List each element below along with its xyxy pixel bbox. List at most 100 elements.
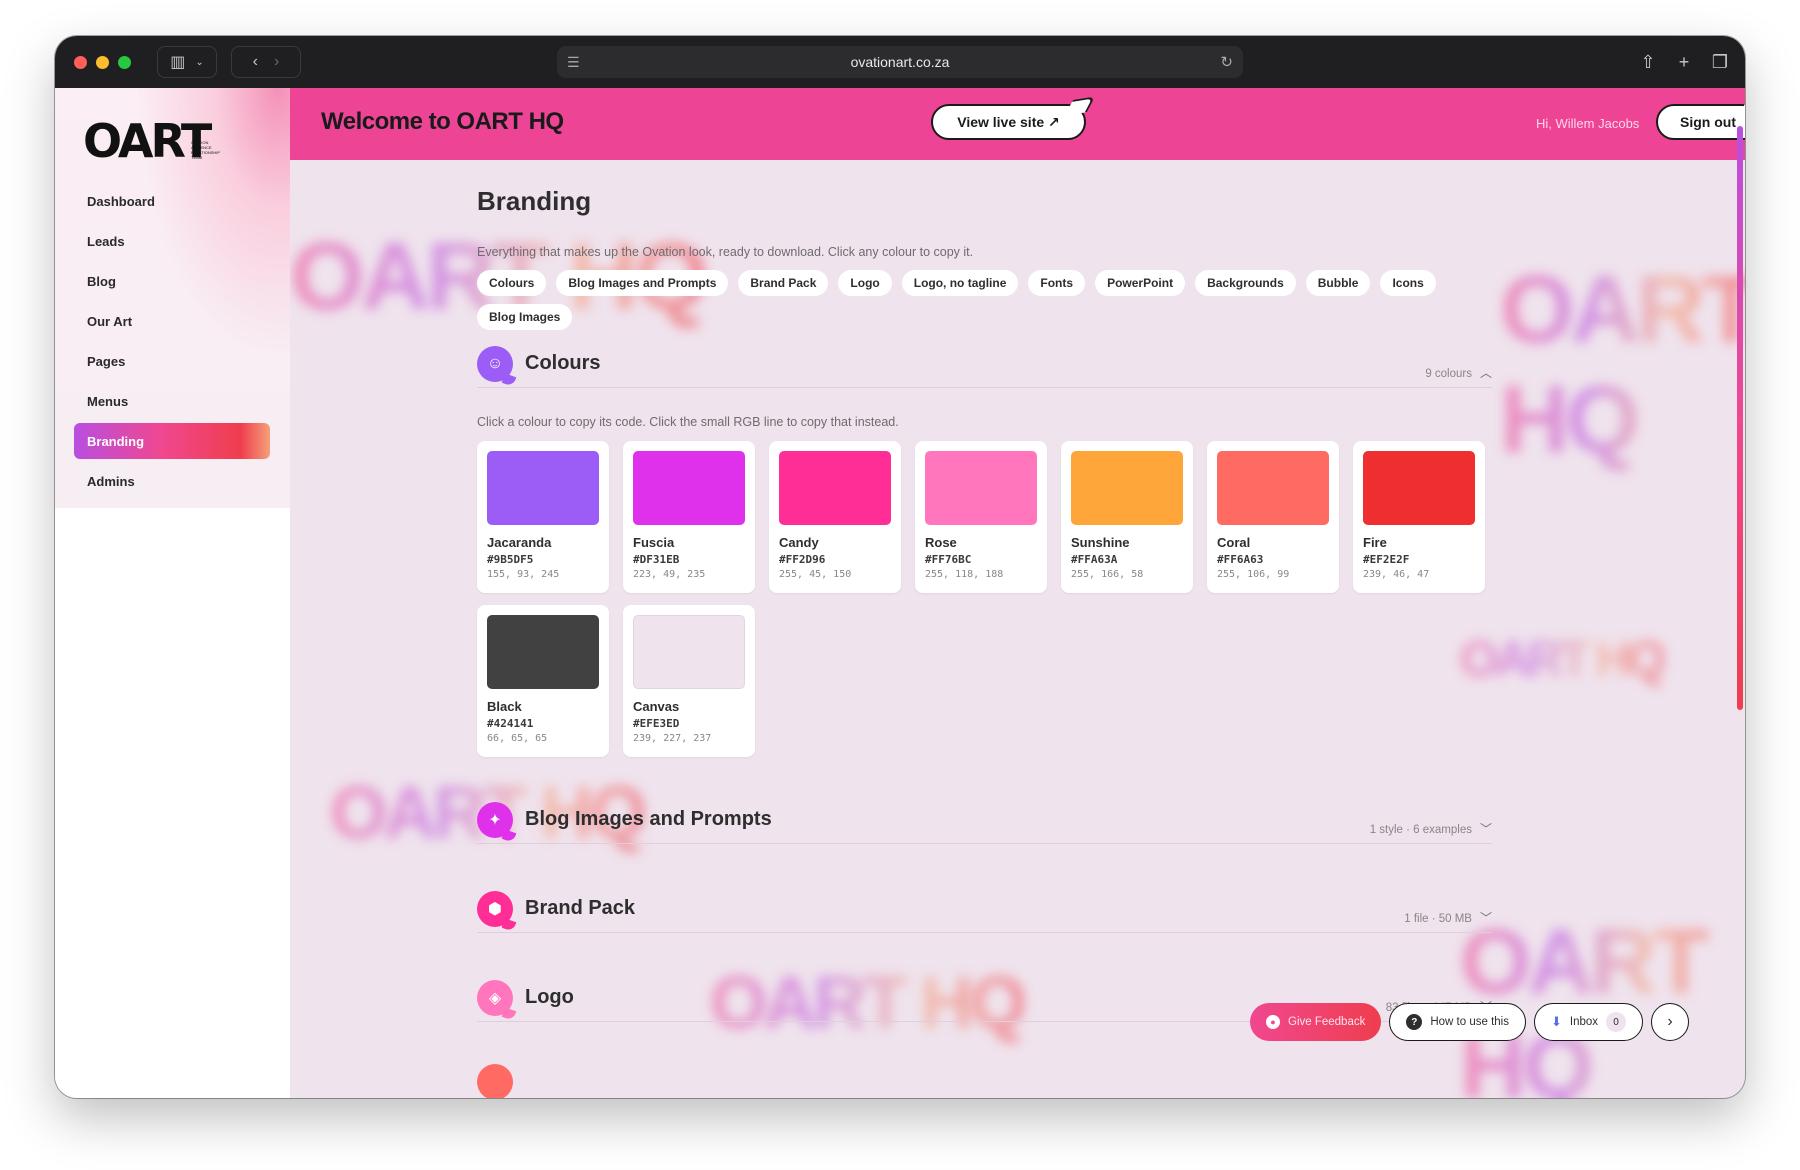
page-menu-icon[interactable]: ☰ xyxy=(567,54,580,71)
browser-window: ▥ ⌄ ‹ › ☰ ovationart.co.za ↻ ⇧ + ❐ OART … xyxy=(55,36,1745,1098)
swatch-hex[interactable]: #EFE3ED xyxy=(633,717,745,730)
chip-blog-images-prompts[interactable]: Blog Images and Prompts xyxy=(556,270,729,296)
chevron-down-icon[interactable]: ﹀ xyxy=(1480,822,1492,836)
swatch-color[interactable] xyxy=(1071,451,1183,525)
sidebar-item-our-art[interactable]: Our Art xyxy=(74,303,270,339)
main-content: OART HQ OART HQ OART HQ OART HQ OART HQ … xyxy=(290,160,1745,1098)
zoom-window-button[interactable] xyxy=(118,55,131,69)
how-to-use-button[interactable]: ? How to use this xyxy=(1389,1003,1526,1041)
swatch-candy[interactable]: Candy #FF2D96 255, 45, 150 xyxy=(769,441,901,593)
swatch-color[interactable] xyxy=(487,615,599,689)
swatch-rgb[interactable]: 66, 65, 65 xyxy=(487,733,599,744)
swatch-name: Candy xyxy=(779,535,819,550)
swatch-color[interactable] xyxy=(1217,451,1329,525)
swatch-rgb[interactable]: 239, 227, 237 xyxy=(633,733,745,744)
sidebar-icon: ▥ xyxy=(170,54,186,71)
question-icon: ? xyxy=(1406,1014,1423,1030)
swatch-rgb[interactable]: 255, 106, 99 xyxy=(1217,569,1329,580)
colours-section-header[interactable]: ☺ Colours 9 colours ︿ xyxy=(477,338,1492,388)
swatch-color[interactable] xyxy=(633,615,745,689)
sidebar-item-pages[interactable]: Pages xyxy=(74,343,270,379)
swatch-color[interactable] xyxy=(633,451,745,525)
expand-bar-button[interactable]: › xyxy=(1651,1003,1690,1041)
swatch-color[interactable] xyxy=(1363,451,1475,525)
chip-bubble[interactable]: Bubble xyxy=(1305,270,1371,296)
swatch-hex[interactable]: #9B5DF5 xyxy=(487,553,599,566)
swatch-rgb[interactable]: 255, 45, 150 xyxy=(779,569,891,580)
swatch-black[interactable]: Black #424141 66, 65, 65 xyxy=(477,605,609,757)
inbox-label: Inbox xyxy=(1569,1016,1599,1028)
swatch-rgb[interactable]: 223, 49, 235 xyxy=(633,569,745,580)
sidebar-item-dashboard[interactable]: Dashboard xyxy=(74,183,270,219)
brand-pack-section-header[interactable]: ⬢ Brand Pack 1 file · 50 MB ﹀ xyxy=(477,883,1492,933)
swatch-fuscia[interactable]: Fuscia #DF31EB 223, 49, 235 xyxy=(623,441,755,593)
swatch-hex[interactable]: #FFA63A xyxy=(1071,553,1183,566)
page-scrollbar[interactable] xyxy=(1737,126,1743,710)
swatch-hex[interactable]: #FF2D96 xyxy=(779,553,891,566)
swatch-canvas[interactable]: Canvas #EFE3ED 239, 227, 237 xyxy=(623,605,755,757)
chip-colours[interactable]: Colours xyxy=(477,270,547,296)
chip-logo[interactable]: Logo xyxy=(838,270,892,296)
swatch-rgb[interactable]: 239, 46, 47 xyxy=(1363,569,1475,580)
chevron-right-icon: › xyxy=(1667,1013,1673,1030)
swatch-fire[interactable]: Fire #EF2E2F 239, 46, 47 xyxy=(1353,441,1485,593)
share-icon[interactable]: ⇧ xyxy=(1637,46,1659,78)
address-bar[interactable]: ☰ ovationart.co.za ↻ xyxy=(557,46,1243,78)
new-tab-icon[interactable]: + xyxy=(1673,46,1695,78)
chevron-down-icon[interactable]: ﹀ xyxy=(1480,911,1492,925)
sidebar-toggle-button[interactable]: ▥ ⌄ xyxy=(157,46,217,78)
sidebar-item-blog[interactable]: Blog xyxy=(74,263,270,299)
chip-powerpoint[interactable]: PowerPoint xyxy=(1095,270,1186,296)
swatch-rgb[interactable]: 255, 166, 58 xyxy=(1071,569,1183,580)
chevron-up-icon[interactable]: ︿ xyxy=(1480,366,1492,380)
section-title: Logo xyxy=(525,986,574,1008)
chip-backgrounds[interactable]: Backgrounds xyxy=(1195,270,1296,296)
sidebar-item-menus[interactable]: Menus xyxy=(74,383,270,419)
chip-icons[interactable]: Icons xyxy=(1380,270,1436,296)
chip-blog-images[interactable]: Blog Images xyxy=(477,304,573,330)
page-title: Branding xyxy=(477,186,592,216)
logo-tagline: OVATION AUDIENCE RELATIONSHIP TEAM xyxy=(191,140,220,160)
swatch-jacaranda[interactable]: Jacaranda #9B5DF5 155, 93, 245 xyxy=(477,441,609,593)
swatch-sunshine[interactable]: Sunshine #FFA63A 255, 166, 58 xyxy=(1061,441,1193,593)
swatch-hex[interactable]: #DF31EB xyxy=(633,553,745,566)
sidebar-item-leads[interactable]: Leads xyxy=(74,223,270,259)
chip-fonts[interactable]: Fonts xyxy=(1028,270,1086,296)
swatch-color[interactable] xyxy=(925,451,1037,525)
blog-images-section-header[interactable]: ✦ Blog Images and Prompts 1 style · 6 ex… xyxy=(477,794,1492,844)
give-feedback-label: Give Feedback xyxy=(1288,1016,1366,1028)
sidebar-item-admins[interactable]: Admins xyxy=(74,463,270,499)
chip-logo-no-tagline[interactable]: Logo, no tagline xyxy=(901,270,1019,296)
back-button[interactable]: ‹ xyxy=(253,53,258,71)
history-navigation: ‹ › xyxy=(231,46,301,78)
colour-swatches: Jacaranda #9B5DF5 155, 93, 245 Fuscia #D… xyxy=(477,441,1497,757)
reload-icon[interactable]: ↻ xyxy=(1220,53,1233,71)
section-count: 9 colours xyxy=(1425,368,1472,380)
inbox-count-badge: 0 xyxy=(1606,1012,1627,1032)
sign-out-button[interactable]: Sign out xyxy=(1656,104,1745,140)
swatch-coral[interactable]: Coral #FF6A63 255, 106, 99 xyxy=(1207,441,1339,593)
swatch-color[interactable] xyxy=(779,451,891,525)
swatch-rgb[interactable]: 155, 93, 245 xyxy=(487,569,599,580)
swatch-rose[interactable]: Rose #FF76BC 255, 118, 188 xyxy=(915,441,1047,593)
swatch-rgb[interactable]: 255, 118, 188 xyxy=(925,569,1037,580)
inbox-button[interactable]: ⬇ Inbox 0 xyxy=(1533,1003,1644,1041)
swatch-name: Jacaranda xyxy=(487,535,552,550)
user-greeting: Hi, Willem Jacobs xyxy=(1536,116,1640,131)
close-window-button[interactable] xyxy=(74,55,87,69)
give-feedback-button[interactable]: ● Give Feedback xyxy=(1250,1003,1382,1041)
forward-button[interactable]: › xyxy=(274,53,279,71)
section-meta: 9 colours ︿ xyxy=(1425,364,1492,381)
swatch-hex[interactable]: #EF2E2F xyxy=(1363,553,1475,566)
view-live-site-button[interactable]: View live site ↗ xyxy=(931,104,1086,140)
swatch-hex[interactable]: #424141 xyxy=(487,717,599,730)
tabs-overview-icon[interactable]: ❐ xyxy=(1709,46,1731,78)
chip-brand-pack[interactable]: Brand Pack xyxy=(738,270,829,296)
url-text: ovationart.co.za xyxy=(850,54,950,70)
swatch-color[interactable] xyxy=(487,451,599,525)
chat-bubble-icon: ● xyxy=(1266,1015,1280,1029)
swatch-hex[interactable]: #FF76BC xyxy=(925,553,1037,566)
sidebar-item-branding[interactable]: Branding xyxy=(74,423,270,459)
swatch-hex[interactable]: #FF6A63 xyxy=(1217,553,1329,566)
minimize-window-button[interactable] xyxy=(96,55,109,69)
